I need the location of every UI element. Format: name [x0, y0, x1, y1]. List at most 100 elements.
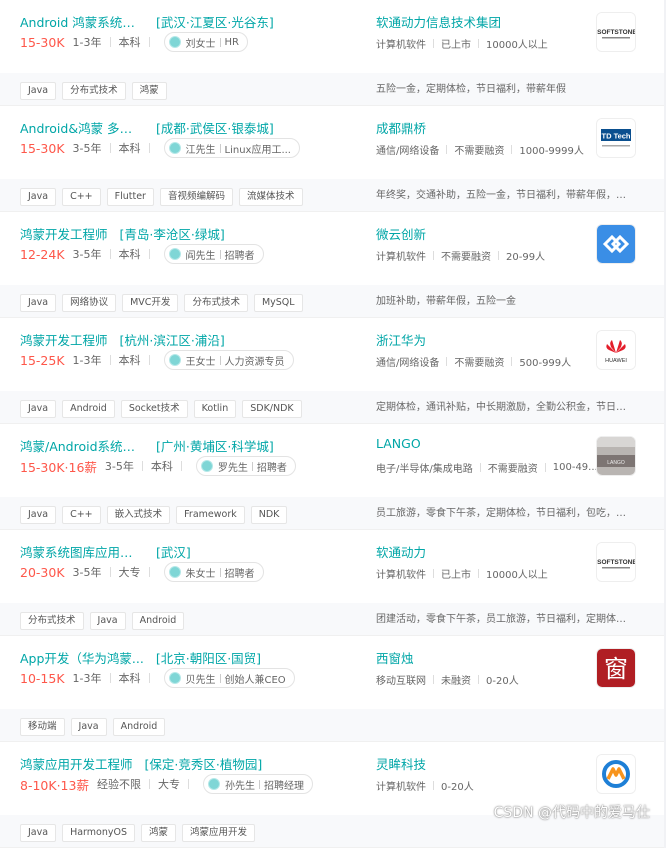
- divider: [109, 673, 111, 683]
- svg-text:HUAWEI: HUAWEI: [605, 358, 627, 364]
- divider: [219, 567, 221, 577]
- recruiter-badge[interactable]: 孙先生 招聘经理: [202, 774, 313, 794]
- td-tech-logo[interactable]: TD Tech: [596, 118, 636, 158]
- company-name[interactable]: 浙江华为: [376, 330, 426, 349]
- welfare: 加班补助，带薪年假，五险一金: [376, 296, 516, 307]
- company-name[interactable]: LANGO: [376, 436, 421, 451]
- job-meta: 15-30K·16薪 3-5年 本科 罗先生 招聘者: [20, 456, 296, 476]
- avatar: [168, 566, 181, 578]
- divider: [109, 37, 111, 47]
- weiyun-logo[interactable]: [596, 224, 636, 264]
- company-info-item: 通信/网络设备: [376, 358, 440, 369]
- recruiter-role: 创始人兼CEO: [224, 674, 286, 686]
- skill-tag: Android: [62, 400, 115, 418]
- job-location: [北京·朝阳区·国贸]: [155, 651, 262, 666]
- job-card[interactable]: Android&鸿蒙 多媒体... [成都·武侯区·银泰城] 15-30K 3-5年 本…: [0, 106, 664, 212]
- company-info-item: 电子/半导体/集成电路: [376, 464, 473, 475]
- skill-tag: 音视频编解码: [159, 188, 233, 206]
- salary: 15-30K·16薪: [20, 459, 97, 475]
- job-meta: 8-10K·13薪 经验不限 大专 孙先生 招聘经理: [20, 774, 313, 794]
- divider: [511, 145, 513, 154]
- experience: 3-5年: [72, 566, 102, 579]
- recruiter-badge[interactable]: 罗先生 招聘者: [195, 456, 296, 476]
- job-title-link[interactable]: 鸿蒙开发工程师 [杭州·滨江区·浦沿]: [20, 330, 225, 349]
- recruiter-badge[interactable]: 王女士 人力资源专员: [163, 350, 294, 370]
- company-name[interactable]: 软通动力信息技术集团: [376, 12, 501, 31]
- skill-tags: Java 网络协议 MVC开发 分布式技术 MySQL: [20, 294, 303, 312]
- skill-tag: 分布式技术: [20, 612, 84, 630]
- skill-tag: Java: [20, 400, 57, 418]
- skill-tag: NDK: [250, 506, 288, 524]
- job-card[interactable]: Android 鸿蒙系统图... [武汉·江夏区·光谷东] 15-30K 1-3年 本科…: [0, 0, 664, 106]
- job-card[interactable]: 鸿蒙开发工程师 [青岛·李沧区·绿城] 12-24K 3-5年 本科 阎先生 招聘者 微云创新…: [0, 212, 664, 318]
- recruiter-badge[interactable]: 刘女士 HR: [163, 32, 248, 52]
- job-card[interactable]: App开发（华为鸿蒙... [北京·朝阳区·国贸] 10-15K 1-3年 本科 贝先生创…: [0, 636, 664, 742]
- recruiter-badge[interactable]: 江先生 Linux应用工...: [163, 138, 300, 158]
- job-meta: 15-30K 3-5年 本科 江先生 Linux应用工...: [20, 138, 300, 158]
- skill-tag: 分布式技术: [62, 82, 126, 100]
- company-name[interactable]: 灵眸科技: [376, 754, 426, 773]
- skill-tag: 分布式技术: [184, 294, 248, 312]
- job-title: 鸿蒙/Android系统开...: [20, 439, 144, 454]
- job-meta: 15-25K 1-3年 本科 王女士 人力资源专员: [20, 350, 294, 370]
- divider: [433, 781, 434, 790]
- skill-tag: C++: [62, 188, 101, 206]
- skill-tags: Java Android Socket技术 Kotlin SDK/NDK: [20, 400, 302, 418]
- education: 大专: [157, 778, 180, 791]
- company-info-item: 计算机软件: [376, 570, 426, 581]
- job-footer: Java C++ Flutter 音视频编解码 流媒体技术 年终奖，交通补助，五险一金，节…: [0, 179, 664, 211]
- job-card[interactable]: 鸿蒙应用开发工程师 [保定·竞秀区·植物园] 8-10K·13薪 经验不限 大专 孙先生招…: [0, 742, 664, 848]
- experience: 3-5年: [72, 248, 102, 261]
- isoftstone-logo[interactable]: iSOFTSTONE: [596, 542, 636, 582]
- job-title-link[interactable]: 鸿蒙应用开发工程师 [保定·竞秀区·植物园]: [20, 754, 262, 773]
- salary: 10-15K: [20, 670, 65, 686]
- lingmou-logo[interactable]: [596, 754, 636, 794]
- avatar: [168, 354, 181, 366]
- company-name[interactable]: 微云创新: [376, 224, 426, 243]
- recruiter-badge[interactable]: 朱女士 招聘者: [163, 562, 264, 582]
- education: 大专: [118, 566, 141, 579]
- company-name[interactable]: 西窗烛: [376, 648, 414, 667]
- job-title-link[interactable]: App开发（华为鸿蒙... [北京·朝阳区·国贸]: [20, 648, 261, 667]
- svg-text:iSOFTSTONE: iSOFTSTONE: [597, 559, 635, 566]
- job-title: 鸿蒙开发工程师: [20, 333, 108, 348]
- divider: [251, 461, 253, 471]
- lango-logo[interactable]: LANGO: [596, 436, 636, 476]
- salary: 15-30K: [20, 140, 65, 156]
- company-info-item: 计算机软件: [376, 252, 426, 263]
- divider: [148, 779, 150, 789]
- company-info-item: 已上市: [441, 40, 471, 51]
- svg-text:TD Tech: TD Tech: [601, 132, 630, 141]
- recruiter-badge[interactable]: 阎先生 招聘者: [163, 244, 264, 264]
- experience: 1-3年: [72, 354, 102, 367]
- skill-tag: MVC开发: [122, 294, 179, 312]
- job-title-link[interactable]: 鸿蒙/Android系统开... [广州·黄埔区·科学城]: [20, 436, 274, 455]
- job-title-link[interactable]: 鸿蒙开发工程师 [青岛·李沧区·绿城]: [20, 224, 225, 243]
- recruiter-badge[interactable]: 贝先生 创始人兼CEO: [163, 668, 295, 688]
- company-info: 计算机软件 已上市 10000人以上: [376, 566, 548, 581]
- job-card[interactable]: 鸿蒙/Android系统开... [广州·黄埔区·科学城] 15-30K·16薪 3-…: [0, 424, 664, 530]
- skill-tags: Java 分布式技术 鸿蒙: [20, 82, 167, 100]
- xichuangzhu-logo[interactable]: 窗: [596, 648, 636, 688]
- divider: [109, 355, 111, 365]
- recruiter-name: 朱女士: [185, 568, 216, 580]
- job-title-link[interactable]: Android&鸿蒙 多媒体... [成都·武侯区·银泰城]: [20, 118, 274, 137]
- recruiter-role: 招聘者: [256, 462, 287, 474]
- company-info: 通信/网络设备 不需要融资 1000-9999人: [376, 142, 584, 157]
- job-card[interactable]: 鸿蒙系统图库应用开... [武汉] 20-30K 3-5年 大专 朱女士 招聘者 软通动力 计算…: [0, 530, 664, 636]
- job-footer: Java Android Socket技术 Kotlin SDK/NDK 定期体检，通讯补…: [0, 391, 664, 423]
- company-name[interactable]: 成都鼎桥: [376, 118, 426, 137]
- huawei-logo[interactable]: HUAWEI: [596, 330, 636, 370]
- company-name[interactable]: 软通动力: [376, 542, 426, 561]
- job-title-link[interactable]: Android 鸿蒙系统图... [武汉·江夏区·光谷东]: [20, 12, 274, 31]
- job-title-link[interactable]: 鸿蒙系统图库应用开... [武汉]: [20, 542, 191, 561]
- avatar: [168, 672, 181, 684]
- isoftstone-logo[interactable]: iSOFTSTONE: [596, 12, 636, 52]
- avatar: [168, 248, 181, 260]
- company-info: 计算机软件 0-20人: [376, 778, 474, 793]
- skill-tag: 网络协议: [62, 294, 117, 312]
- education: 本科: [118, 672, 141, 685]
- job-card[interactable]: 鸿蒙开发工程师 [杭州·滨江区·浦沿] 15-25K 1-3年 本科 王女士 人力资源专员 浙…: [0, 318, 664, 424]
- recruiter-name: 阎先生: [185, 250, 216, 262]
- welfare: 年终奖，交通补助，五险一金，节日福利，带薪年假，加...: [376, 190, 632, 201]
